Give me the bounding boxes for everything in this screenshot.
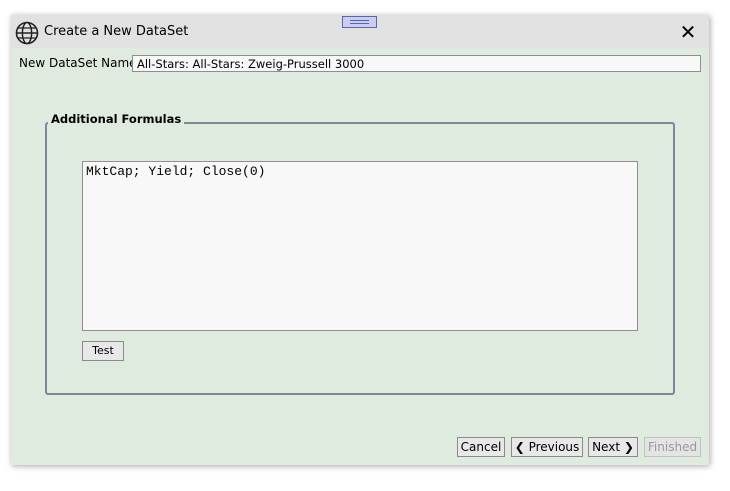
dataset-name-input[interactable] [132, 55, 701, 72]
drag-handle[interactable] [342, 16, 377, 28]
formula-textarea[interactable]: MktCap; Yield; Close(0) [82, 161, 638, 331]
finished-button: Finished [644, 437, 701, 457]
window-title: Create a New DataSet [44, 24, 189, 39]
dataset-name-label: New DataSet Name: [19, 56, 141, 70]
create-dataset-dialog: Create a New DataSet ✕ New DataSet Name:… [11, 15, 709, 465]
previous-button[interactable]: ❮ Previous [511, 437, 583, 457]
test-button[interactable]: Test [82, 341, 124, 361]
globe-icon [15, 21, 39, 45]
additional-formulas-title: Additional Formulas [48, 112, 185, 126]
cancel-button[interactable]: Cancel [457, 437, 505, 457]
title-bar: Create a New DataSet ✕ [11, 15, 709, 48]
close-icon[interactable]: ✕ [677, 21, 699, 43]
next-button[interactable]: Next ❯ [588, 437, 638, 457]
